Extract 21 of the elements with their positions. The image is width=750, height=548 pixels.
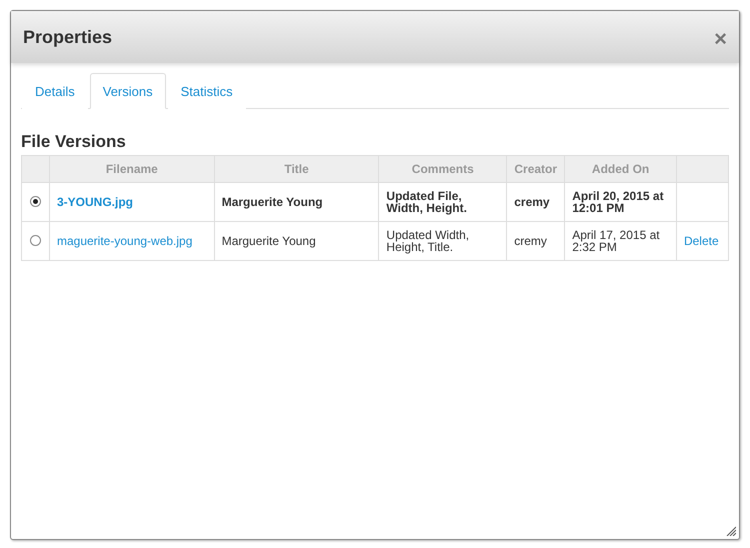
radio-button[interactable] bbox=[30, 234, 41, 246]
date-text: April 17, 2015 at 2:32 PM bbox=[572, 228, 660, 254]
resize-grip-icon[interactable] bbox=[726, 526, 736, 536]
date-text: April 20, 2015 at 12:01 PM bbox=[572, 189, 664, 215]
column-header: Filename bbox=[49, 156, 214, 182]
filename-link[interactable]: 3-YOUNG.jpg bbox=[56, 195, 133, 209]
column-header: Comments bbox=[378, 156, 507, 182]
column-header: Added On bbox=[564, 156, 676, 182]
close-button[interactable]: × bbox=[714, 26, 727, 52]
creator-text: cremy bbox=[514, 234, 547, 248]
dialog-title: Properties bbox=[23, 26, 112, 48]
comments-text: Updated File, Width, Height. bbox=[386, 189, 467, 215]
tab[interactable]: Versions bbox=[90, 73, 166, 109]
column-header: Title bbox=[214, 156, 379, 182]
radio-button[interactable] bbox=[30, 196, 41, 206]
creator-text: cremy bbox=[514, 195, 550, 209]
section-title: File Versions bbox=[21, 132, 127, 152]
column-header: Creator bbox=[506, 156, 565, 182]
title-text: Marguerite Young bbox=[222, 234, 316, 248]
comments-text: Updated Width, Height, Title. bbox=[386, 228, 470, 254]
title-text: Marguerite Young bbox=[222, 195, 323, 209]
